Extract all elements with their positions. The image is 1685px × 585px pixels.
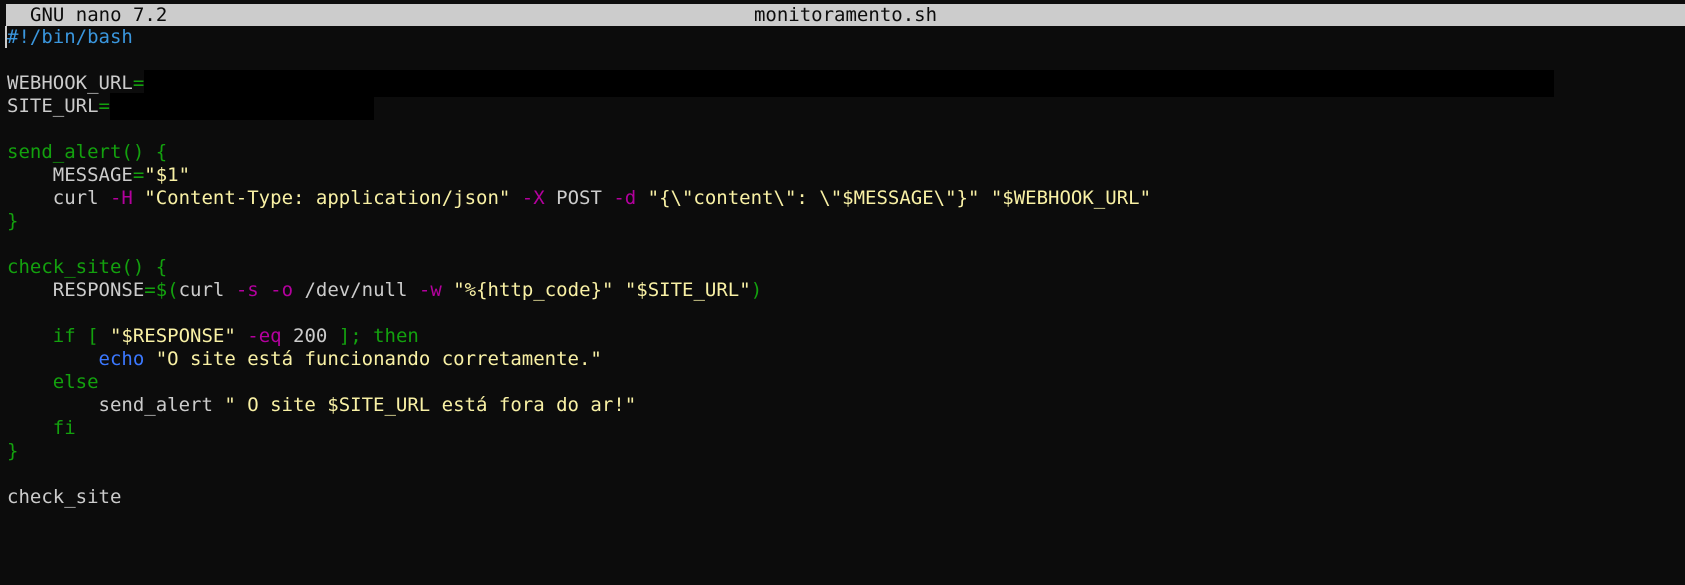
code-token: "$WEBHOOK_URL" [990,187,1152,209]
code-token: curl [7,187,110,209]
nano-title-bar: GNU nano 7.2 monitoramento.sh [6,4,1685,26]
code-line: MESSAGE="$1" [7,164,1685,187]
code-token: "$SITE_URL" [624,279,751,301]
code-token: -o [270,279,294,301]
code-token: } [7,210,19,232]
code-line: RESPONSE=$(curl -s -o /dev/null -w "%{ht… [7,279,1685,302]
editor-text-area[interactable]: #!/bin/bash WEBHOOK_URL= SITE_URL= send_ale… [5,26,1685,509]
code-token: -eq [247,325,282,347]
code-token: "O site está funcionando corretamente." [155,348,602,370]
code-token: } [7,440,19,462]
code-token: "{\"content\": \"$MESSAGE\"}" [647,187,980,209]
code-token: echo [98,348,145,370]
code-token: "$RESPONSE" [109,325,236,347]
code-token: = [98,95,110,117]
code-token: =$( [144,279,179,301]
code-token: "Content-Type: application/json" [144,187,511,209]
code-token: -d [613,187,637,209]
code-line: WEBHOOK_URL= [7,70,1685,97]
code-line: fi [7,417,1685,440]
code-token: RESPONSE [7,279,145,301]
code-token: send_alert() { [7,141,168,163]
code-token: !/bin/bash [18,26,133,48]
code-token: " O site $SITE_URL está fora do ar!" [224,394,637,416]
code-line: } [7,210,1685,233]
code-token: "%{http_code}" [453,279,614,301]
code-line: } [7,440,1685,463]
code-line: if [ "$RESPONSE" -eq 200 ]; then [7,325,1685,348]
code-token: if [ [7,325,110,347]
text-cursor: # [5,26,19,48]
code-line: curl -H "Content-Type: application/json"… [7,187,1685,210]
code-token: fi [7,417,76,439]
file-name-label: monitoramento.sh [753,4,938,26]
redacted-value [109,93,374,120]
code-line: #!/bin/bash [5,26,1685,49]
code-token: -X [521,187,545,209]
code-token: = [132,164,145,186]
code-token: curl [178,279,236,301]
code-token: POST [544,187,614,209]
code-token: send_alert [7,394,225,416]
code-token: -w [418,279,442,301]
code-token: check_site [7,486,122,508]
code-token: = [132,72,145,94]
code-token: check_site() { [7,256,168,278]
code-line: send_alert " O site $SITE_URL está fora … [7,394,1685,417]
code-line: SITE_URL= [7,93,1685,120]
code-token: WEBHOOK_URL [7,72,133,94]
code-token: -H [109,187,133,209]
code-line: check_site [7,486,1685,509]
code-token: MESSAGE [7,164,133,186]
code-line: echo "O site está funcionando corretamen… [7,348,1685,371]
code-token: else [7,371,99,393]
code-line: check_site() { [7,256,1685,279]
code-token: ]; then [338,325,419,347]
code-token: -s [235,279,259,301]
code-token: ) [750,279,763,301]
code-line: else [7,371,1685,394]
code-line: send_alert() { [7,141,1685,164]
code-token: SITE_URL [7,95,99,117]
code-token: 200 [281,325,339,347]
code-token: "$1" [144,164,191,186]
code-token: /dev/null [293,279,419,301]
